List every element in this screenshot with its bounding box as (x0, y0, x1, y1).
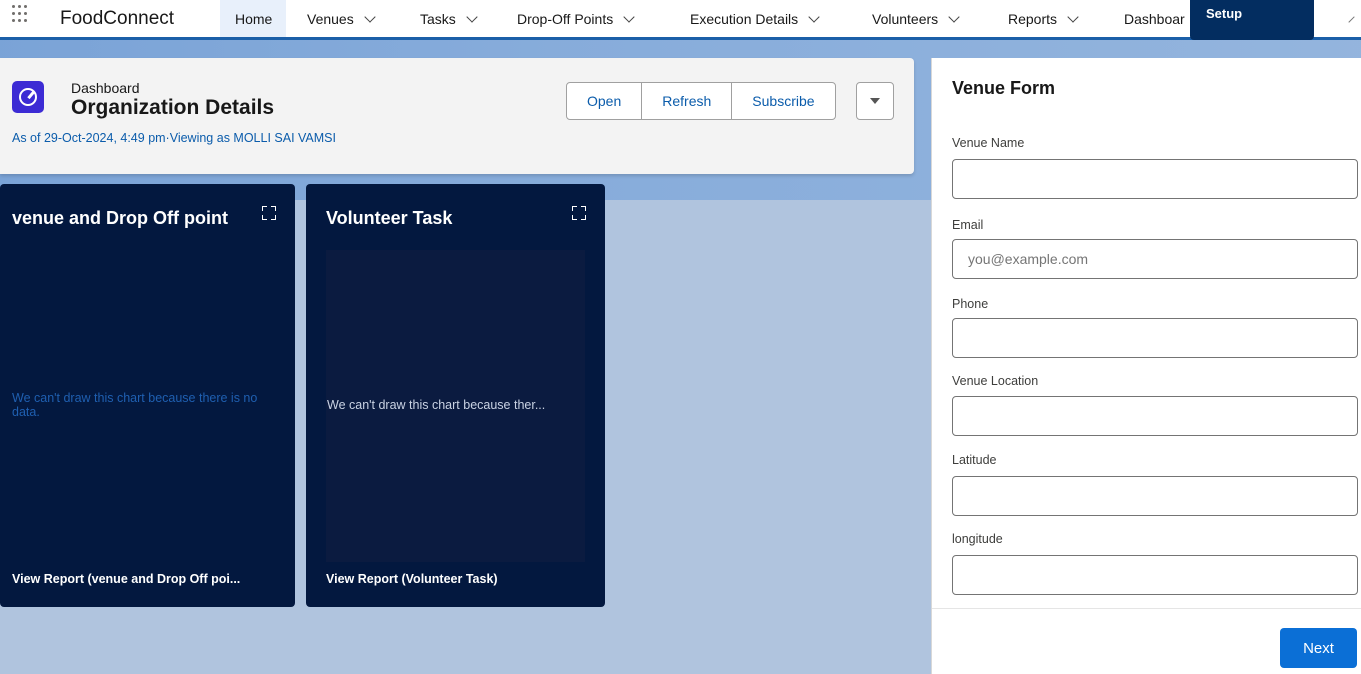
phone-field[interactable] (952, 318, 1358, 358)
no-data-message: We can't draw this chart because there i… (12, 391, 258, 419)
nav-item-label: Tasks (420, 11, 456, 27)
nav-item-label: Volunteers (872, 11, 939, 27)
page-title: Organization Details (71, 96, 275, 119)
setup-label: Setup (1206, 6, 1243, 21)
card-title: venue and Drop Off point (12, 208, 228, 228)
app-launcher-icon[interactable] (12, 5, 28, 27)
venue-name-label: Venue Name (952, 136, 1025, 150)
chevron-down-icon[interactable] (948, 11, 960, 23)
chevron-down-icon[interactable] (623, 11, 635, 23)
latitude-field[interactable] (952, 476, 1358, 516)
nav-item-volunteers[interactable]: Volunteers (872, 0, 960, 37)
nav-item-label: Reports (1008, 11, 1058, 27)
email-label: Email (952, 218, 984, 232)
refresh-button[interactable]: Refresh (641, 82, 733, 120)
nav-item-label: Drop-Off Points (517, 11, 614, 27)
subscribe-button[interactable]: Subscribe (731, 82, 836, 120)
nav-item-label: Venues (307, 11, 354, 27)
more-actions-button[interactable] (856, 82, 894, 120)
nav-item-label: Dashboar (1124, 11, 1185, 27)
top-navigation-bar: FoodConnect Home Venues Tasks Drop-Off P… (0, 0, 1361, 40)
chart-card-volunteer-task: Volunteer Task We can't draw this chart … (306, 184, 605, 607)
open-button[interactable]: Open (566, 82, 643, 120)
longitude-label: longitude (952, 532, 1003, 546)
chevron-down-icon[interactable] (808, 11, 820, 23)
breadcrumb: Dashboard (71, 80, 140, 96)
venue-name-field[interactable] (952, 159, 1358, 199)
nav-item-drop-off-points[interactable]: Drop-Off Points (517, 0, 635, 37)
latitude-label: Latitude (952, 453, 997, 467)
next-button[interactable]: Next (1280, 628, 1357, 668)
dashboard-action-group: Open Refresh Subscribe (566, 82, 836, 120)
expand-icon[interactable] (572, 206, 586, 220)
nav-item-label: Home (235, 11, 273, 27)
nav-item-label: Execution Details (690, 11, 799, 27)
nav-item-home[interactable]: Home (220, 0, 287, 37)
chevron-down-icon[interactable] (466, 11, 478, 23)
form-footer: Next (932, 608, 1361, 674)
app-name: FoodConnect (60, 8, 175, 29)
chevron-down-icon[interactable] (364, 11, 376, 23)
card-title: Volunteer Task (326, 208, 453, 228)
setup-menu[interactable]: Setup (1190, 0, 1314, 40)
nav-item-venues[interactable]: Venues (307, 0, 376, 37)
dashboard-icon (12, 81, 44, 113)
phone-label: Phone (952, 297, 989, 311)
nav-item-execution-details[interactable]: Execution Details (690, 0, 820, 37)
venue-location-field[interactable] (952, 396, 1358, 436)
nav-item-dashboards[interactable]: Dashboar (1124, 0, 1185, 37)
expand-icon[interactable] (262, 206, 276, 220)
email-field[interactable] (952, 239, 1358, 279)
chevron-down-icon[interactable] (1067, 11, 1079, 23)
view-report-link[interactable]: View Report (Volunteer Task) (326, 572, 498, 586)
no-data-message: We can't draw this chart because ther... (327, 398, 546, 412)
dropdown-arrow-icon (870, 98, 880, 104)
longitude-field[interactable] (952, 555, 1358, 595)
as-of-timestamp: As of 29-Oct-2024, 4:49 pm·Viewing as MO… (12, 131, 336, 145)
view-report-link[interactable]: View Report (venue and Drop Off poi... (12, 572, 240, 586)
nav-item-tasks[interactable]: Tasks (420, 0, 478, 37)
chart-card-venue-drop-off: venue and Drop Off point We can't draw t… (0, 184, 295, 607)
venue-form-panel: Venue Form Venue Name Email Phone Venue … (931, 58, 1361, 674)
resize-handle-icon[interactable] (1348, 16, 1360, 28)
nav-item-reports[interactable]: Reports (1008, 0, 1079, 37)
form-title: Venue Form (952, 78, 1056, 98)
venue-location-label: Venue Location (952, 374, 1039, 388)
dashboard-header: Dashboard Organization Details As of 29-… (0, 58, 914, 174)
